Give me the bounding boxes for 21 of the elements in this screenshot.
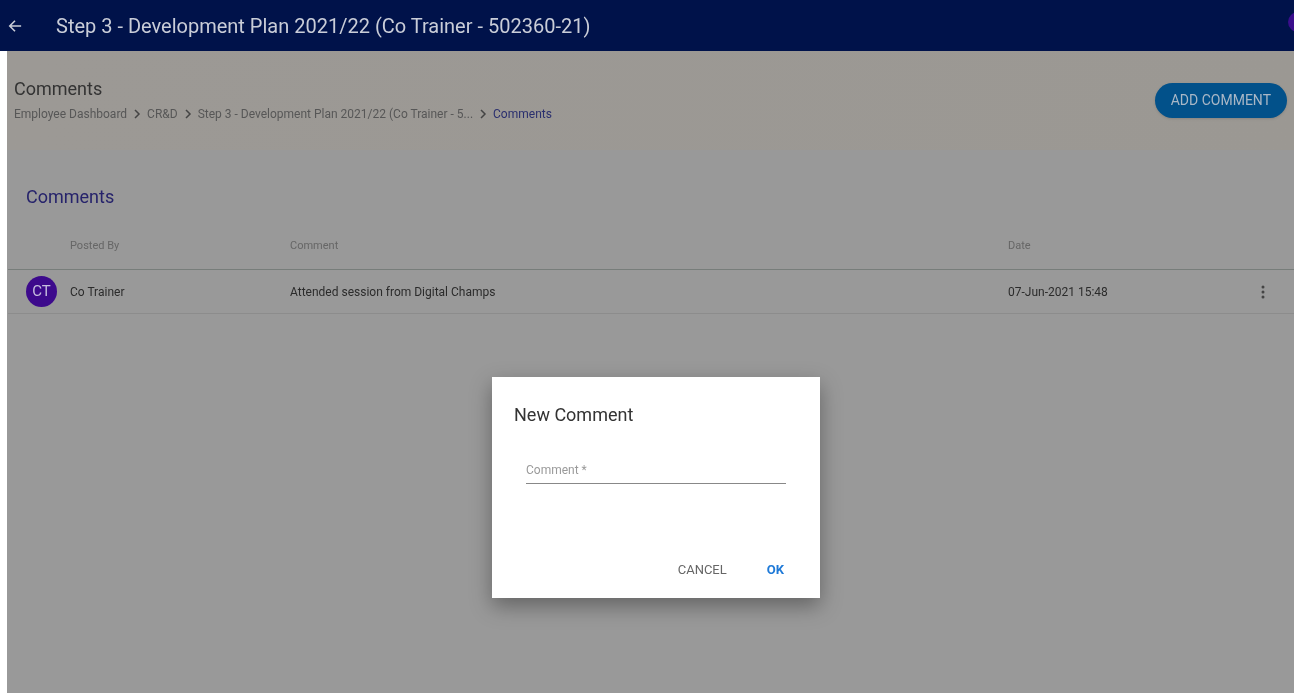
table-cell-text: Attended session from Digital Champs <box>290 283 497 301</box>
comment-field[interactable]: Comment * <box>526 456 786 484</box>
chevron-icon <box>479 108 488 119</box>
breadcrumb-link[interactable]: CR&D <box>147 104 178 123</box>
section-title: Comments <box>26 186 115 207</box>
breadcrumb-link[interactable]: Employee Dashboard <box>14 104 128 123</box>
chevron-icon <box>183 108 192 119</box>
ok-button[interactable]: OK <box>750 554 800 586</box>
breadcrumb-link[interactable]: Comments <box>493 104 552 123</box>
table-cell-text: Co Trainer <box>70 283 126 301</box>
page-title: Step 3 - Development Plan 2021/22 (Co Trainer - 502360-21) <box>56 12 591 40</box>
dialog-title: New Comment <box>514 403 635 427</box>
back-arrow-icon[interactable] <box>8 18 22 33</box>
chevron-icon <box>133 108 142 119</box>
avatar: CT <box>26 276 57 307</box>
table-cell-text: 07-Jun-2021 15:48 <box>1008 283 1109 301</box>
add-comment-button[interactable]: ADD COMMENT <box>1154 83 1287 118</box>
cancel-button[interactable]: CANCEL <box>661 554 743 586</box>
breadcrumb-link[interactable]: Step 3 - Development Plan 2021/22 (Co Trainer - 5... <box>197 104 474 123</box>
header-title: Comments <box>14 78 104 101</box>
more-icon[interactable] <box>1261 284 1265 299</box>
